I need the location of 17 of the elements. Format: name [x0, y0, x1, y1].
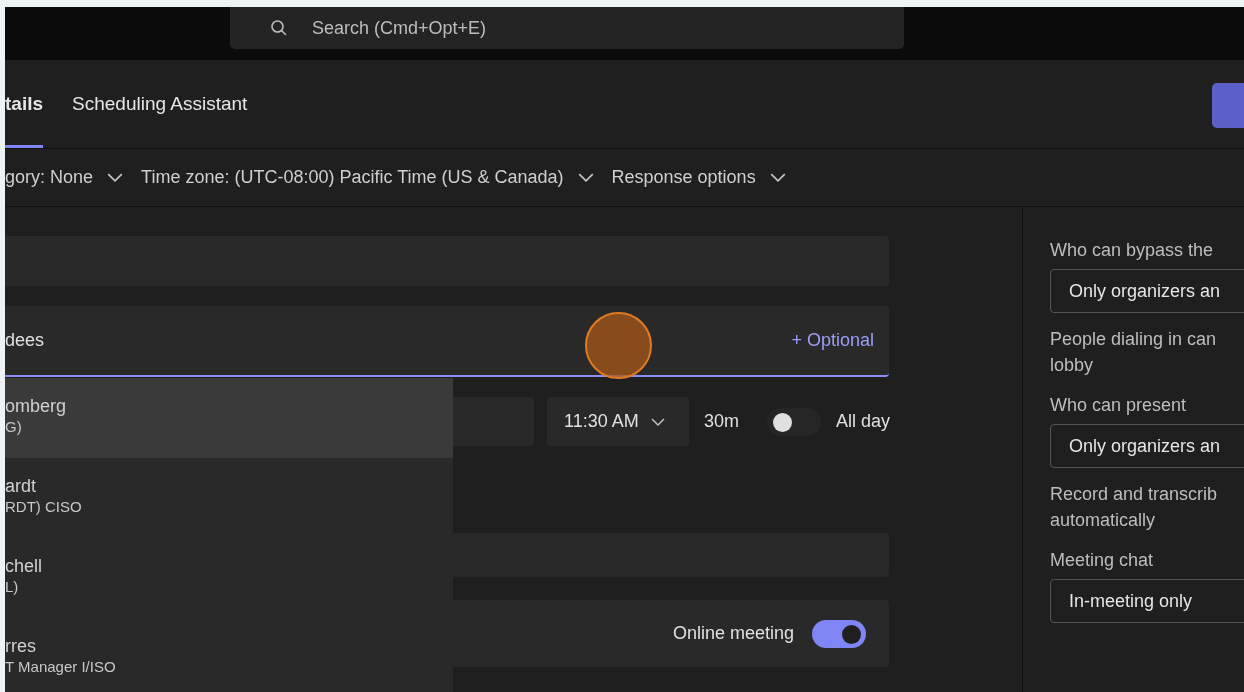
duration-text: 30m [704, 411, 739, 432]
online-meeting-label: Online meeting [672, 623, 794, 644]
person-name: omberg [5, 395, 67, 417]
option-label: People dialing in can lobby [1050, 328, 1218, 377]
person-name: ardt [5, 475, 37, 497]
option-label: Who can present [1050, 394, 1188, 417]
option-label: Who can bypass the [1050, 239, 1215, 262]
all-day-label: All day [836, 411, 891, 432]
person-detail: L) [5, 577, 19, 597]
option-label: Record and transcrib automatically [1050, 483, 1219, 532]
attendees-placeholder: dees [5, 330, 45, 351]
person-name: chell [5, 555, 43, 577]
person-name: rres [5, 635, 36, 657]
person-detail: T Manager I/ISO [5, 657, 116, 677]
person-detail: G) [5, 417, 22, 437]
option-label: Meeting chat [1050, 549, 1155, 572]
person-detail: RDT) CISO [5, 497, 82, 517]
